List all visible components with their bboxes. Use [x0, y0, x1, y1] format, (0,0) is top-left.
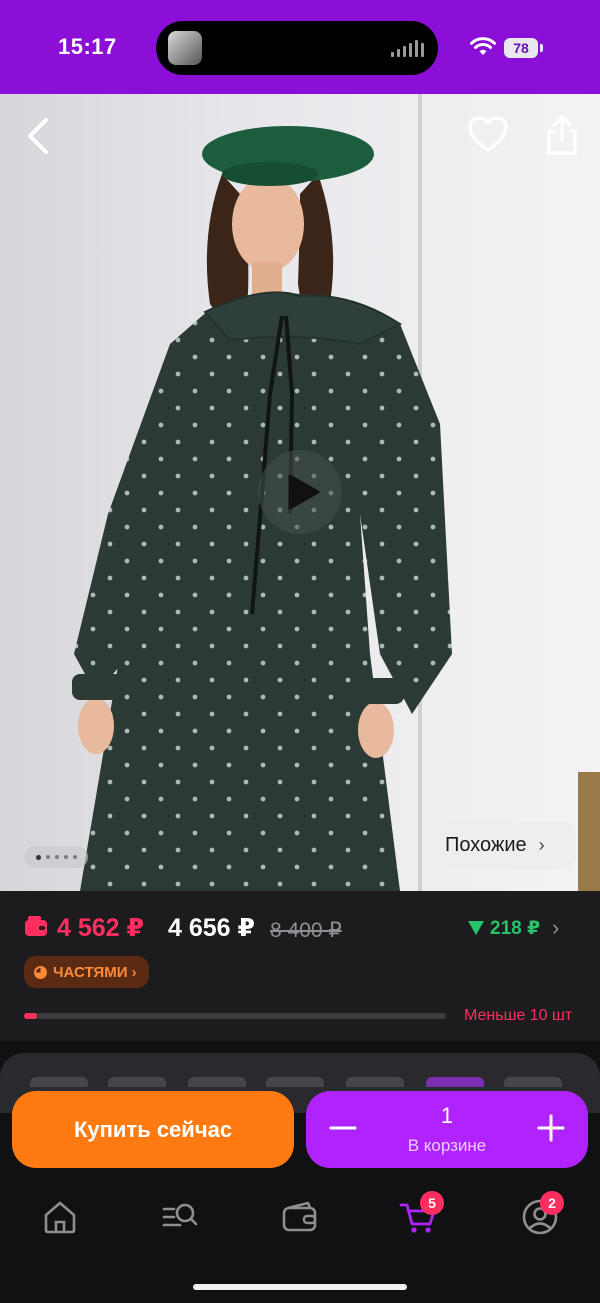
variant-thumbnail[interactable] — [188, 1077, 246, 1087]
wallet-icon — [282, 1201, 317, 1232]
variant-thumbnail[interactable] — [504, 1077, 562, 1087]
wifi-icon — [470, 37, 496, 55]
share-icon[interactable] — [544, 114, 580, 156]
price-drop-icon — [468, 921, 484, 935]
search-list-icon — [162, 1203, 198, 1227]
variant-thumbnail[interactable] — [346, 1077, 404, 1087]
installments-label: ЧАСТЯМИ › — [53, 963, 137, 981]
gallery-dot — [72, 855, 77, 859]
battery-tip — [540, 44, 543, 52]
gallery-dot — [35, 854, 41, 860]
variant-thumbnail[interactable] — [108, 1077, 166, 1087]
pie-chart-icon — [34, 965, 47, 979]
tab-cart[interactable]: 5 — [398, 1191, 444, 1237]
dynamic-island — [156, 21, 438, 75]
old-price: 8 400 ₽ — [270, 919, 342, 942]
tab-home[interactable] — [40, 1197, 80, 1237]
gallery-dots[interactable] — [24, 846, 88, 868]
wallet-icon — [25, 916, 47, 936]
stock-progress-fill — [24, 1013, 37, 1019]
play-icon — [288, 474, 320, 510]
gallery-dot — [54, 855, 59, 859]
wallet-price: 4 562 ₽ — [57, 914, 144, 942]
profile-badge: 2 — [540, 1191, 564, 1215]
tab-catalog[interactable] — [160, 1197, 200, 1237]
similar-button[interactable]: Похожие › — [432, 821, 576, 869]
cart-quantity-control: 1 В корзине — [306, 1091, 588, 1168]
status-bar: 15:17 78 — [0, 0, 600, 94]
tab-profile[interactable]: 2 — [520, 1191, 564, 1237]
cart-badge: 5 — [420, 1191, 444, 1215]
product-price: 4 656 ₽ — [168, 914, 255, 942]
island-avatar — [168, 31, 202, 65]
chevron-right-icon[interactable]: › — [552, 915, 559, 941]
stock-progress — [24, 1013, 446, 1019]
buy-now-button[interactable]: Купить сейчас — [12, 1091, 294, 1168]
stock-text: Меньше 10 шт — [464, 1007, 573, 1024]
chevron-right-icon: › — [538, 834, 545, 855]
price-drop[interactable]: 218 ₽ — [490, 917, 540, 940]
plus-icon[interactable] — [536, 1113, 566, 1143]
installments-badge[interactable]: ЧАСТЯМИ › — [24, 956, 149, 988]
variant-thumbnail[interactable] — [266, 1077, 324, 1087]
signal-bars-icon — [391, 39, 424, 57]
status-time: 15:17 — [58, 34, 117, 59]
home-indicator — [193, 1284, 407, 1290]
product-image[interactable]: Похожие › — [0, 94, 600, 891]
play-button[interactable] — [258, 450, 342, 534]
price-card: 4 562 ₽ 4 656 ₽ 8 400 ₽ 218 ₽ › ЧАСТЯМИ … — [0, 891, 600, 1041]
chevron-left-icon[interactable] — [22, 116, 56, 156]
gallery-dot — [45, 855, 50, 859]
gallery-dot — [63, 855, 68, 859]
home-icon — [44, 1201, 76, 1234]
bottom-panel: Купить сейчас 1 В корзине 5 2 — [0, 1041, 600, 1303]
tab-wallet[interactable] — [280, 1197, 320, 1237]
similar-label: Похожие — [445, 833, 527, 856]
variant-thumbnail[interactable] — [426, 1077, 484, 1087]
variant-thumbnail[interactable] — [30, 1077, 88, 1087]
heart-icon[interactable] — [468, 116, 508, 154]
battery-icon: 78 — [504, 38, 538, 58]
